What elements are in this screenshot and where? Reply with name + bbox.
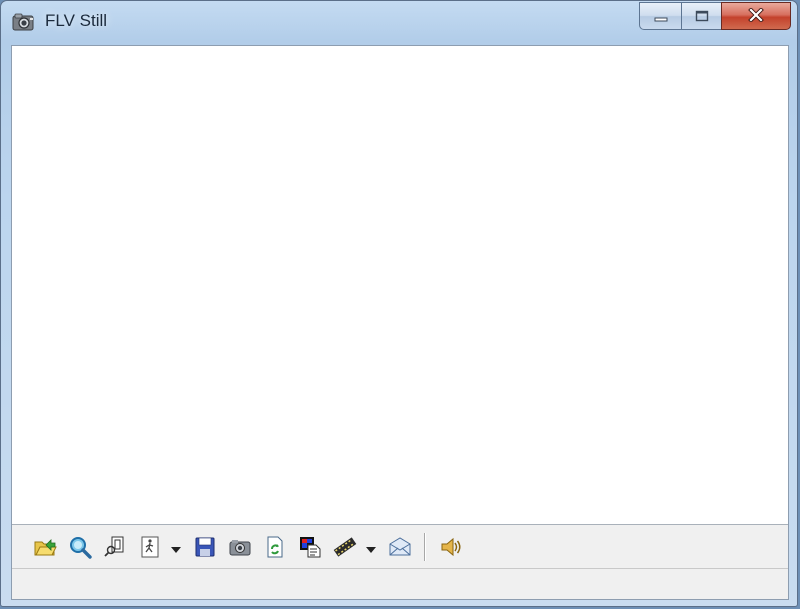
window-title: FLV Still [45,11,108,30]
speaker-icon [439,535,463,559]
color-button[interactable] [297,534,323,560]
title-bar[interactable]: FLV Still [1,1,797,43]
client-area [11,45,789,600]
maximize-icon [695,7,709,26]
magnify-icon [68,535,92,559]
refresh-button[interactable] [262,534,288,560]
status-bar [12,568,788,599]
maximize-button[interactable] [681,2,721,30]
envelope-icon [388,535,412,559]
floppy-disk-icon [193,535,217,559]
film-button[interactable] [332,534,358,560]
video-view[interactable] [12,46,788,525]
close-icon [748,6,764,26]
toolbar-separator [424,533,426,561]
toolbar [12,525,788,569]
walking-figure-icon [138,535,162,559]
capture-button[interactable] [227,534,253,560]
app-window: FLV Still [0,0,798,607]
step-button[interactable] [137,534,163,560]
search-document-icon [103,535,127,559]
save-button[interactable] [192,534,218,560]
camera-icon[interactable] [11,11,37,33]
zoom-button[interactable] [67,534,93,560]
close-button[interactable] [721,2,791,30]
sound-button[interactable] [438,534,464,560]
chevron-down-icon [366,538,376,557]
find-button[interactable] [102,534,128,560]
camera-icon [228,535,252,559]
step-dropdown[interactable] [170,534,182,560]
open-button[interactable] [32,534,58,560]
caption-buttons [639,2,791,30]
minimize-icon [654,7,668,26]
chevron-down-icon [171,538,181,557]
filmstrip-icon [333,535,357,559]
color-document-icon [298,535,322,559]
film-dropdown[interactable] [365,534,377,560]
refresh-document-icon [263,535,287,559]
open-folder-icon [33,535,57,559]
minimize-button[interactable] [639,2,681,30]
mail-button[interactable] [387,534,413,560]
